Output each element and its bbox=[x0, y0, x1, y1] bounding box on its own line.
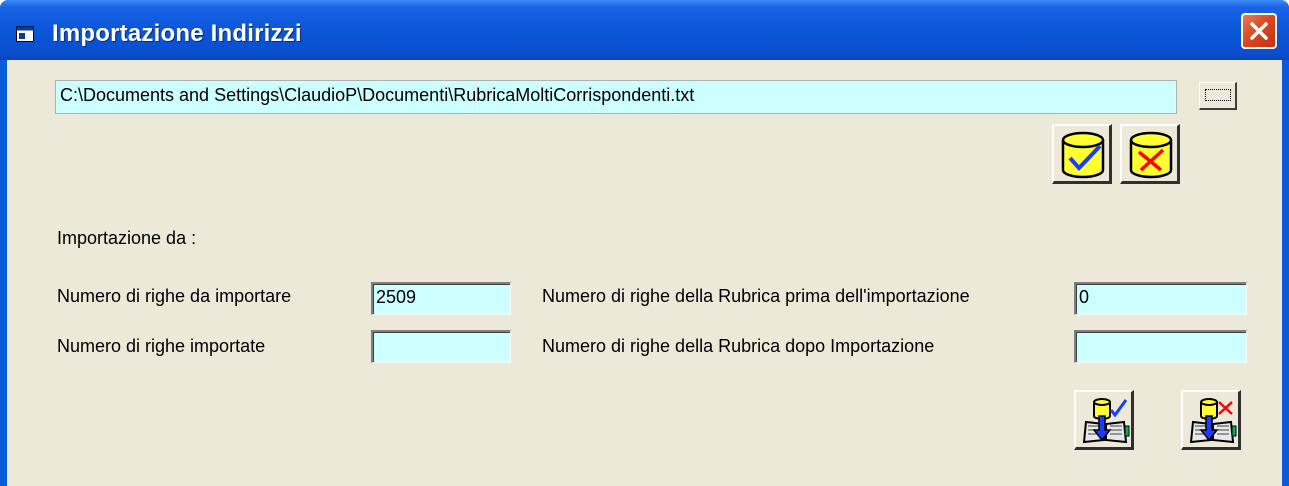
rows-imported-label: Numero di righe importate bbox=[57, 336, 266, 356]
rubrica-after-label: Numero di righe della Rubrica dopo Impor… bbox=[542, 336, 935, 356]
import-address-book-check-icon bbox=[1082, 398, 1130, 444]
rubrica-before-label: Numero di righe della Rubrica prima dell… bbox=[542, 286, 970, 306]
import-cancel-button[interactable] bbox=[1181, 390, 1241, 450]
rows-to-import-label: Numero di righe da importare bbox=[57, 286, 292, 306]
rubrica-before-field[interactable]: 0 bbox=[1074, 282, 1247, 315]
ellipsis-browse-icon bbox=[1205, 89, 1231, 101]
import-address-book-cross-icon bbox=[1189, 398, 1237, 444]
title-bar[interactable]: Importazione Indirizzi bbox=[0, 0, 1289, 60]
rubrica-after-field[interactable] bbox=[1074, 330, 1247, 363]
database-cross-icon bbox=[1129, 131, 1173, 179]
file-path-field[interactable]: C:\Documents and Settings\ClaudioP\Docum… bbox=[55, 80, 1177, 114]
rows-to-import-field[interactable]: 2509 bbox=[371, 282, 511, 315]
app-window-icon bbox=[16, 26, 34, 42]
import-confirm-button[interactable] bbox=[1074, 390, 1134, 450]
database-check-icon bbox=[1061, 131, 1105, 179]
dialog-body: C:\Documents and Settings\ClaudioP\Docum… bbox=[7, 60, 1282, 486]
cancel-load-button[interactable] bbox=[1120, 124, 1180, 184]
import-window: Importazione Indirizzi C:\Documents and … bbox=[0, 0, 1289, 486]
browse-button[interactable] bbox=[1199, 82, 1237, 110]
close-icon bbox=[1250, 22, 1268, 40]
window-title: Importazione Indirizzi bbox=[52, 20, 302, 47]
confirm-load-button[interactable] bbox=[1052, 124, 1112, 184]
import-source-label: Importazione da : bbox=[57, 228, 197, 248]
close-button[interactable] bbox=[1241, 13, 1277, 49]
rows-imported-field[interactable] bbox=[371, 330, 511, 363]
